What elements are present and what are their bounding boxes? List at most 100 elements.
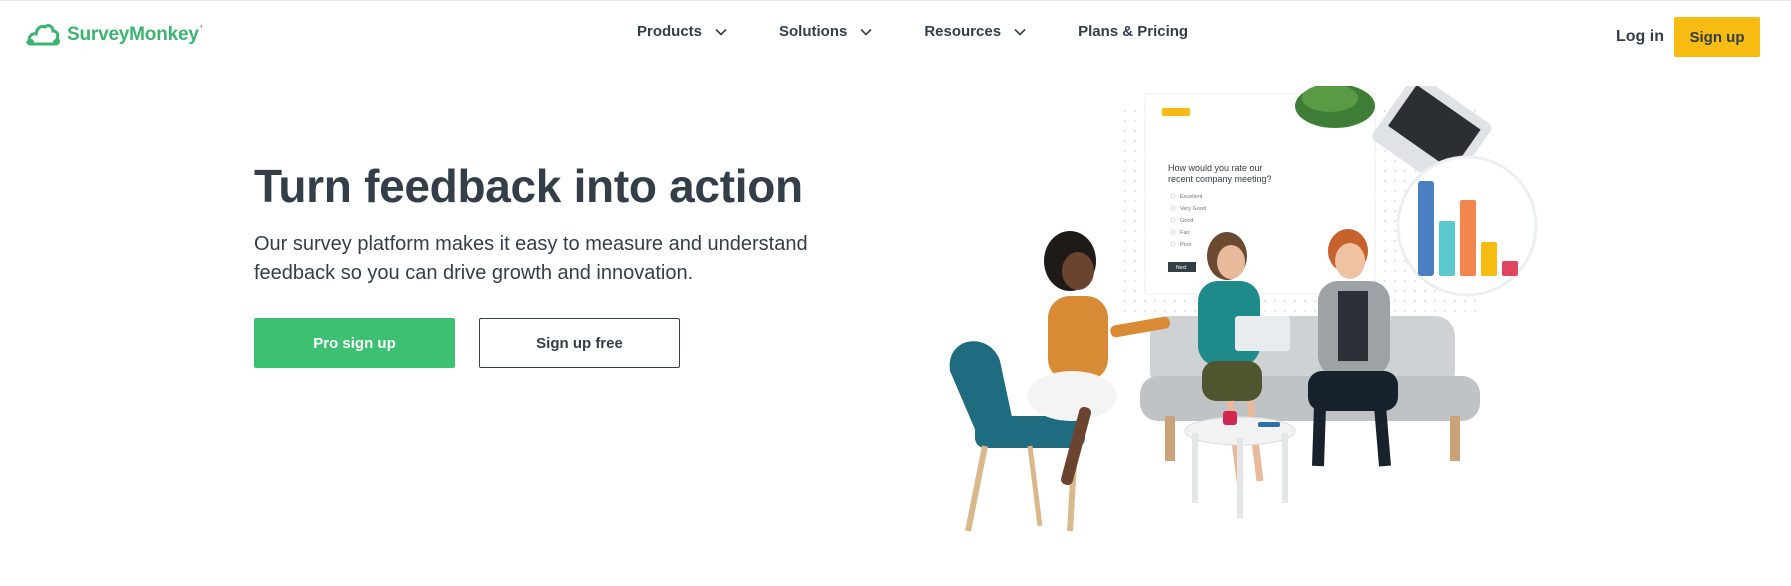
grid-dot <box>1393 229 1397 233</box>
grid-dot <box>1303 309 1307 313</box>
grid-dot <box>1133 139 1137 143</box>
survey-question-line-2: recent company meeting? <box>1168 174 1272 184</box>
survey-next-label: Next <box>1176 265 1187 271</box>
signup-button[interactable]: Sign up <box>1674 17 1760 57</box>
grid-dot <box>1463 309 1467 313</box>
grid-dot <box>1133 269 1137 273</box>
grid-dot <box>1123 119 1127 123</box>
grid-dot <box>1143 309 1147 313</box>
grid-dot <box>1283 309 1287 313</box>
nav-resources-label: Resources <box>924 23 1002 40</box>
login-link[interactable]: Log in <box>1616 28 1664 46</box>
grid-dot <box>1273 309 1277 313</box>
hero-illustration: How would you rate our recent company me… <box>949 86 1538 532</box>
nav-plans-pricing[interactable]: Plans & Pricing <box>1078 23 1188 40</box>
grid-dot <box>1413 299 1417 303</box>
grid-dot <box>1383 279 1387 283</box>
grid-dot <box>1133 179 1137 183</box>
grid-dot <box>1133 159 1137 163</box>
grid-dot <box>1433 299 1437 303</box>
grid-dot <box>1473 299 1477 303</box>
grid-dot <box>1123 269 1127 273</box>
grid-dot <box>1133 149 1137 153</box>
grid-dot <box>1383 149 1387 153</box>
hero-subtitle: Our survey platform makes it easy to mea… <box>254 233 808 284</box>
grid-dot <box>1453 299 1457 303</box>
grid-dot <box>1383 209 1387 213</box>
grid-dot <box>1303 299 1307 303</box>
survey-option: Excellent <box>1180 194 1203 200</box>
grid-dot <box>1393 299 1397 303</box>
grid-dot <box>1123 309 1127 313</box>
grid-dot <box>1153 309 1157 313</box>
grid-dot <box>1123 289 1127 293</box>
grid-dot <box>1413 169 1417 173</box>
grid-dot <box>1133 259 1137 263</box>
grid-dot <box>1133 229 1137 233</box>
grid-dot <box>1193 309 1197 313</box>
grid-dot <box>1403 279 1407 283</box>
survey-question-line-1: How would you rate our <box>1168 163 1263 173</box>
survey-option: Very Good <box>1180 206 1206 212</box>
grid-dot <box>1123 139 1127 143</box>
boat-logo-icon <box>1162 108 1190 116</box>
grid-dot <box>1123 159 1127 163</box>
surveymonkey-logo[interactable]: SurveyMonkey’ <box>25 21 202 49</box>
chart-bar <box>1460 200 1476 276</box>
grid-dot <box>1393 249 1397 253</box>
nav-resources[interactable]: Resources <box>924 23 1027 40</box>
grid-dot <box>1473 309 1477 313</box>
grid-dot <box>1433 309 1437 313</box>
grid-dot <box>1133 249 1137 253</box>
pro-signup-button[interactable]: Pro sign up <box>254 318 455 368</box>
grid-dot <box>1123 129 1127 133</box>
grid-dot <box>1263 299 1267 303</box>
grid-dot <box>1393 199 1397 203</box>
grid-dot <box>1393 189 1397 193</box>
grid-dot <box>1403 299 1407 303</box>
grid-dot <box>1383 179 1387 183</box>
grid-dot <box>1283 299 1287 303</box>
grid-dot <box>1263 309 1267 313</box>
grid-dot <box>1173 309 1177 313</box>
grid-dot <box>1123 179 1127 183</box>
chevron-down-icon <box>1014 28 1026 36</box>
grid-dot <box>1403 269 1407 273</box>
grid-dot <box>1293 309 1297 313</box>
grid-dot <box>1383 109 1387 113</box>
grid-dot <box>1433 289 1437 293</box>
grid-dot <box>1123 219 1127 223</box>
grid-dot <box>1163 299 1167 303</box>
grid-dot <box>1383 239 1387 243</box>
grid-dot <box>1293 299 1297 303</box>
grid-dot <box>1123 299 1127 303</box>
grid-dot <box>1413 309 1417 313</box>
survey-option: Poor <box>1180 242 1192 248</box>
grid-dot <box>1413 279 1417 283</box>
grid-dot <box>1133 309 1137 313</box>
nav-solutions-label: Solutions <box>779 23 848 40</box>
grid-dot <box>1123 169 1127 173</box>
phone-icon <box>1258 422 1280 427</box>
mug-icon <box>1223 411 1237 425</box>
grid-dot <box>1393 309 1397 313</box>
grid-dot <box>1443 299 1447 303</box>
grid-dot <box>1123 259 1127 263</box>
grid-dot <box>1403 179 1407 183</box>
bar-chart-badge <box>1396 155 1538 297</box>
grid-dot <box>1423 299 1427 303</box>
signup-free-button[interactable]: Sign up free <box>479 318 680 368</box>
chart-bar <box>1481 242 1497 276</box>
grid-dot <box>1133 189 1137 193</box>
chevron-down-icon <box>860 28 872 36</box>
grid-dot <box>1133 219 1137 223</box>
grid-dot <box>1383 259 1387 263</box>
grid-dot <box>1183 299 1187 303</box>
nav-solutions[interactable]: Solutions <box>779 23 873 40</box>
grid-dot <box>1383 199 1387 203</box>
grid-dot <box>1123 239 1127 243</box>
nav-products[interactable]: Products <box>637 23 728 40</box>
grid-dot <box>1123 149 1127 153</box>
grid-dot <box>1133 109 1137 113</box>
grid-dot <box>1413 289 1417 293</box>
